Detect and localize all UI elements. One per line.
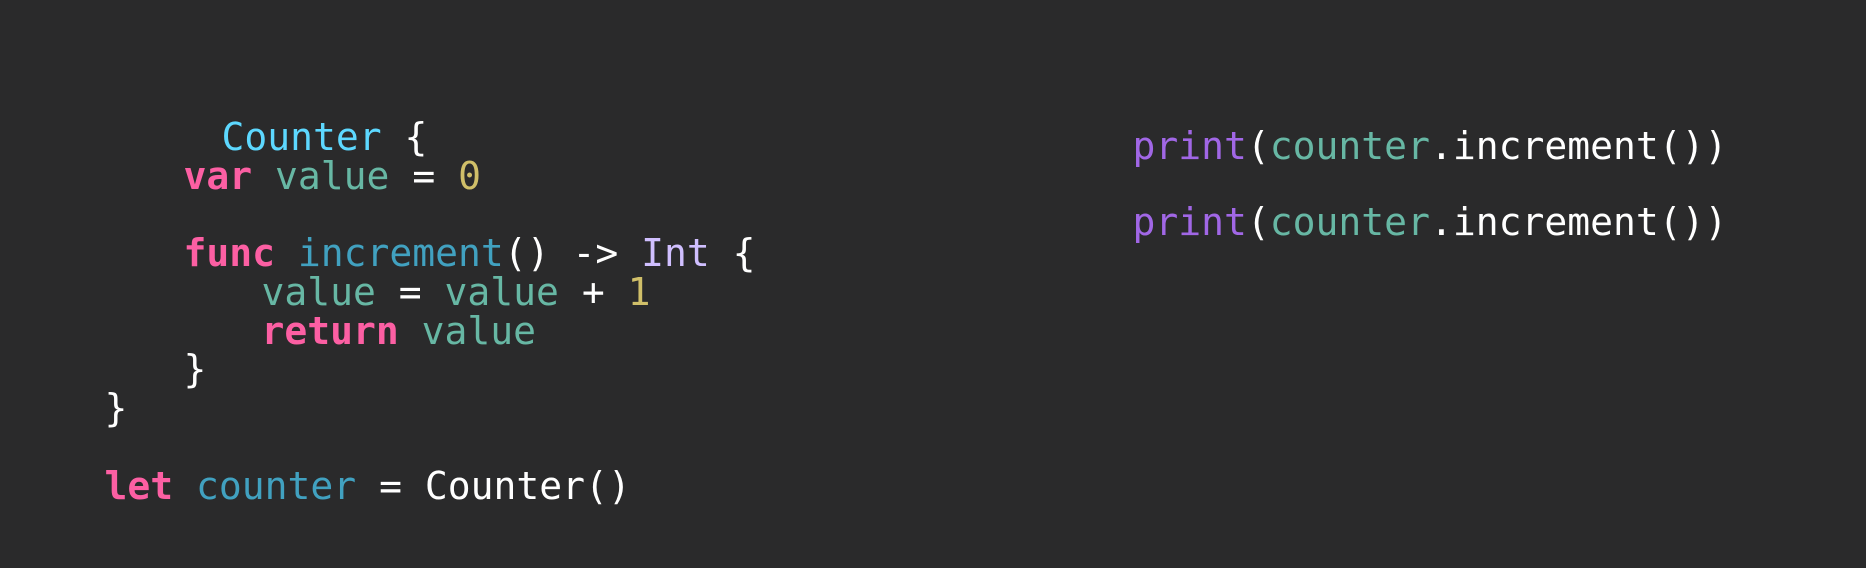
return-value: value <box>398 309 537 353</box>
keyword-return: return <box>261 309 399 353</box>
open-brace: { <box>709 231 756 275</box>
initializer-call: Counter() <box>424 464 631 508</box>
variable-name: counter <box>173 464 357 508</box>
print-function: print <box>1132 200 1247 244</box>
close-parens: ()) <box>1658 200 1728 244</box>
counter-object: counter <box>1269 200 1430 244</box>
close-brace: } <box>183 347 207 391</box>
print-line-1: print(counter.increment()) <box>1041 77 1728 168</box>
increment-method: increment <box>1452 200 1659 244</box>
return-type: Int <box>641 231 710 275</box>
code-editor[interactable]: Counter { var value = 0 func increment()… <box>0 0 1866 568</box>
code-line-2: var value = 0 <box>92 107 481 198</box>
code-line-5: return value <box>170 262 537 353</box>
keyword-let: let <box>104 464 174 508</box>
code-line-7: } <box>13 339 128 430</box>
dot: . <box>1429 200 1453 244</box>
open-paren: ( <box>1246 200 1270 244</box>
code-line-8: let counter = Counter() <box>13 417 631 508</box>
print-line-2: print(counter.increment()) <box>1041 153 1728 244</box>
plus-operator: + <box>558 270 628 314</box>
number-literal: 1 <box>627 270 651 314</box>
assign-operator: = <box>356 464 425 508</box>
